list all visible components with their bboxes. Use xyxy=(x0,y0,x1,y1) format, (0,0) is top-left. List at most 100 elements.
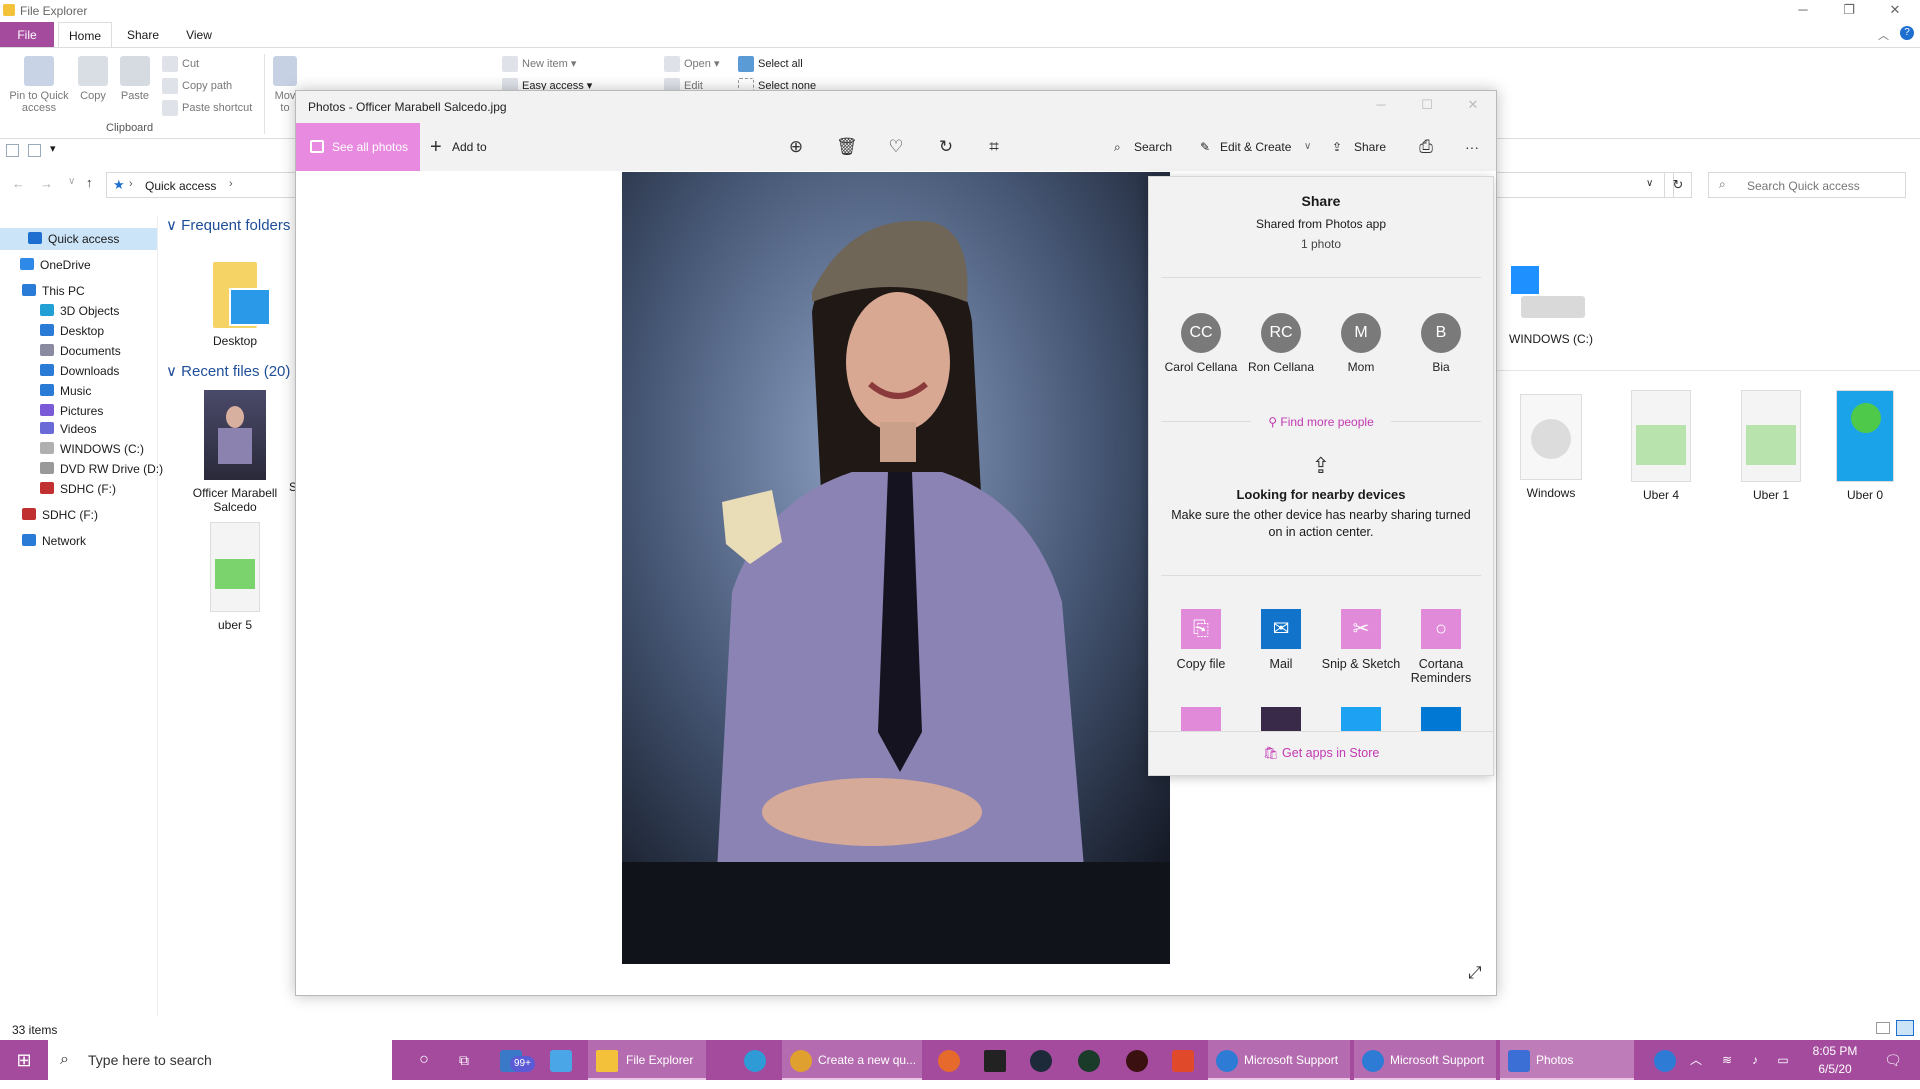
file-tile-windows[interactable]: Windows xyxy=(1496,394,1606,500)
app-u-taskbar-button[interactable] xyxy=(1074,1040,1104,1080)
tab-share[interactable]: Share xyxy=(118,22,168,48)
chevron-down-icon[interactable]: ∨ xyxy=(1646,178,1653,189)
minimize-icon[interactable]: ─ xyxy=(1358,97,1404,112)
share-app-snip-sketch[interactable]: ✂ Snip & Sketch xyxy=(1321,609,1401,671)
notifications-icon[interactable]: 🗨 xyxy=(1878,1040,1908,1080)
skype-icon[interactable] xyxy=(1421,707,1461,731)
open-button[interactable]: Open ▾ xyxy=(664,56,720,72)
battery-icon[interactable]: ▭ xyxy=(1772,1040,1794,1080)
back-arrow-icon[interactable]: ← xyxy=(12,176,25,191)
share-app-mail[interactable]: ✉ Mail xyxy=(1241,609,1321,671)
zoom-icon[interactable]: ⊕ xyxy=(786,137,806,157)
cortana-icon[interactable]: ○ xyxy=(404,1040,444,1080)
taskbar-microsoft-support-2[interactable]: Microsoft Support xyxy=(1354,1040,1496,1080)
taskbar-search-box[interactable]: ⌕ Type here to search xyxy=(48,1040,392,1080)
file-tile-uber0[interactable]: Uber 0 xyxy=(1810,390,1920,502)
nav-item-sdhc-f[interactable]: SDHC (F:) xyxy=(22,504,98,526)
heart-icon[interactable]: ♡ xyxy=(886,137,906,157)
wifi-icon[interactable]: ≋ xyxy=(1716,1040,1738,1080)
details-view-icon[interactable] xyxy=(1876,1022,1890,1034)
nav-item-onedrive[interactable]: OneDrive xyxy=(20,254,91,276)
chevron-up-icon[interactable]: ︿ xyxy=(1686,1040,1706,1080)
taskbar-photos[interactable]: Photos xyxy=(1500,1040,1634,1080)
search-quick-access-input[interactable]: ⌕ Search Quick access xyxy=(1708,172,1906,198)
find-more-people-link[interactable]: ⚲ Find more people xyxy=(1149,415,1493,429)
app-icon[interactable] xyxy=(1181,707,1221,731)
nav-item-windows-c[interactable]: WINDOWS (C:) xyxy=(40,438,144,460)
contact-mom[interactable]: M Mom xyxy=(1321,313,1401,374)
large-icons-view-icon[interactable] xyxy=(1896,1020,1914,1036)
copy-path-button[interactable]: Copy path xyxy=(162,78,232,94)
recent-locations-icon[interactable]: ∨ xyxy=(68,176,75,187)
share-app-cortana-reminders[interactable]: ○ Cortana Reminders xyxy=(1401,609,1481,685)
close-icon[interactable]: ✕ xyxy=(1450,97,1496,113)
see-all-photos-button[interactable]: See all photos xyxy=(296,123,420,171)
share-app-copy-file[interactable]: ⎘ Copy file xyxy=(1161,609,1241,671)
rotate-icon[interactable]: ↻ xyxy=(936,137,956,157)
office-taskbar-button[interactable] xyxy=(1168,1040,1198,1080)
chevron-up-icon[interactable]: ︿ xyxy=(1878,27,1889,43)
up-arrow-icon[interactable]: ↑ xyxy=(86,175,93,190)
refresh-icon[interactable]: ↻ xyxy=(1664,172,1692,198)
app-red-taskbar-button[interactable] xyxy=(1122,1040,1152,1080)
nav-item-desktop[interactable]: Desktop xyxy=(40,320,104,342)
forward-arrow-icon[interactable]: → xyxy=(40,176,53,191)
add-to-button[interactable]: + Add to xyxy=(430,123,506,171)
fullscreen-icon[interactable]: ⤢ xyxy=(1468,963,1482,983)
nav-item-documents[interactable]: Documents xyxy=(40,340,121,362)
file-tile-officer[interactable]: Officer Marabell Salcedo xyxy=(180,390,290,514)
tab-view[interactable]: View xyxy=(174,22,224,48)
store-taskbar-button[interactable] xyxy=(546,1040,576,1080)
cut-button[interactable]: Cut xyxy=(162,56,199,72)
paste-shortcut-button[interactable]: Paste shortcut xyxy=(162,100,252,116)
taskbar-file-explorer[interactable]: File Explorer xyxy=(588,1040,706,1080)
nav-item-dvd-rw-drive-d[interactable]: DVD RW Drive (D:) xyxy=(40,458,163,480)
onenote-icon[interactable] xyxy=(1261,707,1301,731)
contact-ron-cellana[interactable]: RC Ron Cellana xyxy=(1241,313,1321,374)
get-apps-in-store-link[interactable]: 🛍 Get apps in Store xyxy=(1149,746,1493,761)
file-tile-uber5[interactable]: uber 5 xyxy=(180,522,290,632)
recent-files-header[interactable]: ∨ Recent files (20) xyxy=(166,362,290,380)
taskbar-microsoft-support-1[interactable]: Microsoft Support xyxy=(1208,1040,1350,1080)
new-item-button[interactable]: New item ▾ xyxy=(502,56,576,72)
start-button[interactable]: ⊞ xyxy=(0,1040,48,1080)
nav-item-downloads[interactable]: Downloads xyxy=(40,360,119,382)
taskbar-chrome[interactable]: Create a new qu... xyxy=(782,1040,922,1080)
nav-item-network[interactable]: Network xyxy=(22,530,86,552)
maximize-icon[interactable]: ☐ xyxy=(1404,97,1450,113)
ccleaner-taskbar-button[interactable] xyxy=(1026,1040,1056,1080)
nav-item-music[interactable]: Music xyxy=(40,380,91,402)
close-icon[interactable]: ✕ xyxy=(1872,2,1918,18)
nav-item-videos[interactable]: Videos xyxy=(40,418,96,440)
mail-taskbar-button[interactable]: 99+ xyxy=(490,1040,542,1080)
address-box-right[interactable]: ∨ xyxy=(1496,172,1674,198)
nav-item-quick-access[interactable]: Quick access xyxy=(0,228,157,250)
new-folder-icon[interactable] xyxy=(28,144,41,157)
firefox-taskbar-button[interactable] xyxy=(934,1040,964,1080)
contact-bia[interactable]: B Bia xyxy=(1401,313,1481,374)
tab-file[interactable]: File xyxy=(0,22,54,48)
app-taskbar-button[interactable] xyxy=(980,1040,1010,1080)
share-button[interactable]: ⇪ Share xyxy=(1332,123,1392,171)
more-options-icon[interactable]: ··· xyxy=(1462,137,1482,157)
pin-quick-access-button[interactable]: Pin to Quick access xyxy=(6,56,72,114)
customize-qat-icon[interactable]: ▾ xyxy=(50,142,56,155)
nav-item-3d-objects[interactable]: 3D Objects xyxy=(40,300,119,322)
delete-icon[interactable]: 🗑 xyxy=(836,137,858,157)
search-button[interactable]: ⌕ Search xyxy=(1114,123,1178,171)
clock[interactable]: 8:05 PM 6/5/20 xyxy=(1800,1040,1870,1080)
edge-taskbar-button[interactable] xyxy=(740,1040,770,1080)
restore-icon[interactable]: ❐ xyxy=(1826,2,1872,18)
crop-icon[interactable]: ⌗ xyxy=(984,137,1004,157)
help-tray-icon[interactable] xyxy=(1652,1040,1678,1080)
file-tile-uber4[interactable]: Uber 4 xyxy=(1606,390,1716,502)
folder-tile-desktop[interactable]: Desktop xyxy=(180,252,290,348)
nav-item-this-pc[interactable]: This PC xyxy=(22,280,85,302)
properties-icon[interactable] xyxy=(6,144,19,157)
drive-tile-windows-c[interactable]: WINDOWS (C:) xyxy=(1496,266,1606,346)
edit-create-button[interactable]: ✎ Edit & Create ∨ xyxy=(1200,123,1320,171)
help-icon[interactable]: ? xyxy=(1900,26,1914,40)
minimize-icon[interactable]: ─ xyxy=(1780,2,1826,17)
frequent-folders-header[interactable]: ∨ Frequent folders ( xyxy=(166,216,300,234)
select-all-button[interactable]: Select all xyxy=(738,56,803,72)
